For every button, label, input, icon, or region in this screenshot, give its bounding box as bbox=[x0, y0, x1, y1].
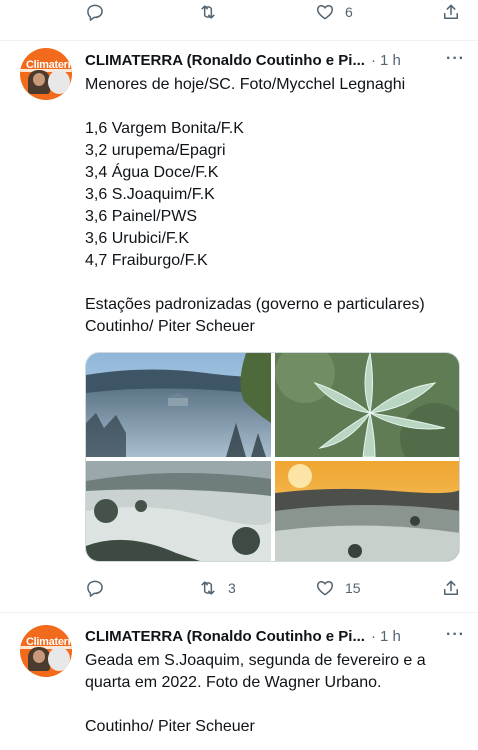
heart-icon bbox=[316, 581, 334, 596]
retweet-count: 3 bbox=[228, 580, 236, 596]
heart-icon bbox=[316, 5, 334, 20]
tweet-text: Menores de hoje/SC. Foto/Mycchel Legnagh… bbox=[85, 76, 425, 335]
reply-button[interactable] bbox=[85, 0, 115, 24]
tweet-actions: 3 15 bbox=[85, 576, 465, 600]
frost-field-cabin-photo[interactable] bbox=[86, 353, 271, 457]
reply-icon bbox=[87, 4, 103, 21]
separator-dot: · bbox=[370, 627, 376, 645]
separator-dot: · bbox=[370, 51, 376, 69]
like-button[interactable]: 15 bbox=[315, 576, 361, 600]
tweet-header: CLIMATERRA (Ronaldo Coutinho e Pi... · 1… bbox=[85, 626, 465, 646]
like-count: 6 bbox=[345, 4, 353, 20]
divider bbox=[0, 612, 478, 613]
avatar-cloud-image bbox=[48, 647, 70, 671]
sunrise-frost-hills-photo[interactable] bbox=[275, 461, 459, 561]
frost-leaf-closeup-photo[interactable] bbox=[275, 353, 459, 457]
tweet-text: Geada em S.Joaquim, segunda de fevereiro… bbox=[85, 652, 426, 735]
share-button[interactable] bbox=[441, 0, 461, 24]
author-name[interactable]: CLIMATERRA (Ronaldo Coutinho e Pi... bbox=[85, 52, 365, 69]
timestamp[interactable]: 1 h bbox=[380, 628, 401, 645]
reply-icon bbox=[87, 580, 103, 597]
share-icon bbox=[444, 580, 458, 595]
avatar-logo-text: Climaterra bbox=[26, 636, 72, 648]
more-options-icon[interactable]: ··· bbox=[446, 626, 465, 644]
avatar[interactable]: Climaterra bbox=[20, 48, 72, 100]
retweet-button[interactable] bbox=[198, 0, 228, 24]
author-name[interactable]: CLIMATERRA (Ronaldo Coutinho e Pi... bbox=[85, 628, 365, 645]
media-grid[interactable] bbox=[85, 352, 460, 562]
avatar-logo-text: Climaterra bbox=[26, 59, 72, 71]
avatar-person-image bbox=[28, 70, 50, 94]
retweet-button[interactable]: 3 bbox=[198, 576, 236, 600]
like-count: 15 bbox=[345, 580, 361, 596]
reply-button[interactable] bbox=[85, 576, 115, 600]
frost-valley-trees-photo[interactable] bbox=[86, 461, 271, 561]
retweet-icon bbox=[201, 581, 215, 595]
tweet-header: CLIMATERRA (Ronaldo Coutinho e Pi... · 1… bbox=[85, 50, 465, 70]
share-icon bbox=[444, 4, 458, 19]
previous-tweet-actions: 6 bbox=[85, 0, 465, 24]
avatar-cloud-image bbox=[48, 70, 70, 94]
retweet-icon bbox=[201, 5, 215, 19]
divider bbox=[0, 40, 478, 41]
more-options-icon[interactable]: ··· bbox=[446, 50, 465, 68]
avatar-person-image bbox=[28, 647, 50, 671]
share-button[interactable] bbox=[441, 576, 461, 600]
avatar[interactable]: Climaterra bbox=[20, 625, 72, 677]
timestamp[interactable]: 1 h bbox=[380, 52, 401, 69]
like-button[interactable]: 6 bbox=[315, 0, 353, 24]
